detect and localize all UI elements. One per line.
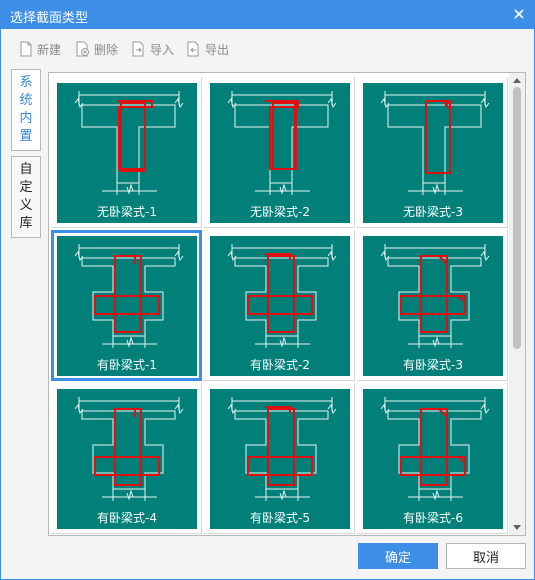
section-thumbnail[interactable]: 无卧梁式-3 <box>357 77 508 228</box>
tab-char: 库 <box>19 216 33 231</box>
delete-file-icon <box>76 41 89 57</box>
section-drawing: 无卧梁式-3 <box>363 83 503 223</box>
library-tabs: 系 统 内 置 自 定 义 库 <box>11 69 45 243</box>
section-drawing: 有卧梁式-3 <box>363 236 503 376</box>
section-label: 有卧梁式-6 <box>403 511 463 525</box>
new-label: 新建 <box>37 42 62 57</box>
section-diagram-icon <box>74 91 184 195</box>
tab-char: 定 <box>19 180 33 195</box>
section-drawing: 无卧梁式-2 <box>210 83 350 223</box>
section-diagram-icon <box>227 91 337 195</box>
toolbar: 新建 删除 导入 导出 <box>1 29 534 63</box>
section-label: 有卧梁式-3 <box>403 358 463 372</box>
new-button[interactable]: 新建 <box>19 40 61 58</box>
tab-char: 义 <box>19 198 33 213</box>
tab-system-builtin[interactable]: 系 统 内 置 <box>11 69 41 151</box>
section-drawing: 有卧梁式-5 <box>210 389 350 529</box>
section-thumbnail[interactable]: 有卧梁式-4 <box>51 383 202 534</box>
delete-button[interactable]: 删除 <box>75 40 118 58</box>
section-drawing: 有卧梁式-2 <box>210 236 350 376</box>
ok-button[interactable]: 确定 <box>358 543 438 569</box>
section-gallery: 无卧梁式-1 无卧梁式-2 无卧梁式-3 有卧梁式-1 有卧梁式-2 有卧梁式-3 有卧梁式… <box>48 72 526 536</box>
section-label: 有卧梁式-4 <box>97 511 157 525</box>
section-label: 有卧梁式-5 <box>250 511 310 525</box>
tab-custom-library[interactable]: 自 定 义 库 <box>11 156 41 238</box>
section-diagram-icon <box>227 397 337 501</box>
section-diagram-icon <box>380 397 490 501</box>
section-diagram-icon <box>380 244 490 348</box>
section-label: 有卧梁式-1 <box>97 358 157 372</box>
section-label: 无卧梁式-2 <box>250 205 310 219</box>
section-type-dialog: 选择截面类型 新建 删除 导入 导出 系 统 内 置 自 定 义 库 无卧梁式-… <box>0 0 535 580</box>
section-label: 有卧梁式-2 <box>250 358 310 372</box>
section-diagram-icon <box>380 91 490 195</box>
section-drawing: 有卧梁式-1 <box>57 236 197 376</box>
scroll-down-icon[interactable] <box>513 525 521 531</box>
import-icon <box>132 41 144 57</box>
scrollbar-thumb[interactable] <box>513 87 521 349</box>
vertical-scrollbar[interactable] <box>509 73 525 535</box>
tab-char: 置 <box>19 129 33 144</box>
section-drawing: 有卧梁式-4 <box>57 389 197 529</box>
section-thumbnail[interactable]: 无卧梁式-1 <box>51 77 202 228</box>
tab-char: 内 <box>19 111 33 126</box>
section-thumbnail[interactable]: 有卧梁式-3 <box>357 230 508 381</box>
delete-label: 删除 <box>94 42 119 57</box>
cancel-button[interactable]: 取消 <box>446 543 526 569</box>
import-label: 导入 <box>150 42 175 57</box>
section-thumbnail[interactable]: 有卧梁式-6 <box>357 383 508 534</box>
section-label: 无卧梁式-3 <box>403 205 463 219</box>
section-thumbnail[interactable]: 有卧梁式-2 <box>204 230 355 381</box>
scroll-up-icon[interactable] <box>513 77 521 83</box>
section-drawing: 无卧梁式-1 <box>57 83 197 223</box>
tab-char: 系 <box>19 75 33 90</box>
export-label: 导出 <box>205 42 230 57</box>
export-button[interactable]: 导出 <box>186 40 229 58</box>
close-icon[interactable] <box>512 7 526 21</box>
dialog-title: 选择截面类型 <box>10 11 89 26</box>
title-bar: 选择截面类型 <box>1 1 534 29</box>
section-diagram-icon <box>227 244 337 348</box>
tab-char: 自 <box>19 162 33 177</box>
export-icon <box>187 41 199 57</box>
new-file-icon <box>20 41 32 57</box>
section-label: 无卧梁式-1 <box>97 205 157 219</box>
section-diagram-icon <box>74 244 184 348</box>
section-diagram-icon <box>74 397 184 501</box>
section-thumbnail[interactable]: 有卧梁式-5 <box>204 383 355 534</box>
import-button[interactable]: 导入 <box>131 40 174 58</box>
section-thumbnail[interactable]: 无卧梁式-2 <box>204 77 355 228</box>
section-thumbnail[interactable]: 有卧梁式-1 <box>51 230 202 381</box>
tab-char: 统 <box>19 93 33 108</box>
section-drawing: 有卧梁式-6 <box>363 389 503 529</box>
